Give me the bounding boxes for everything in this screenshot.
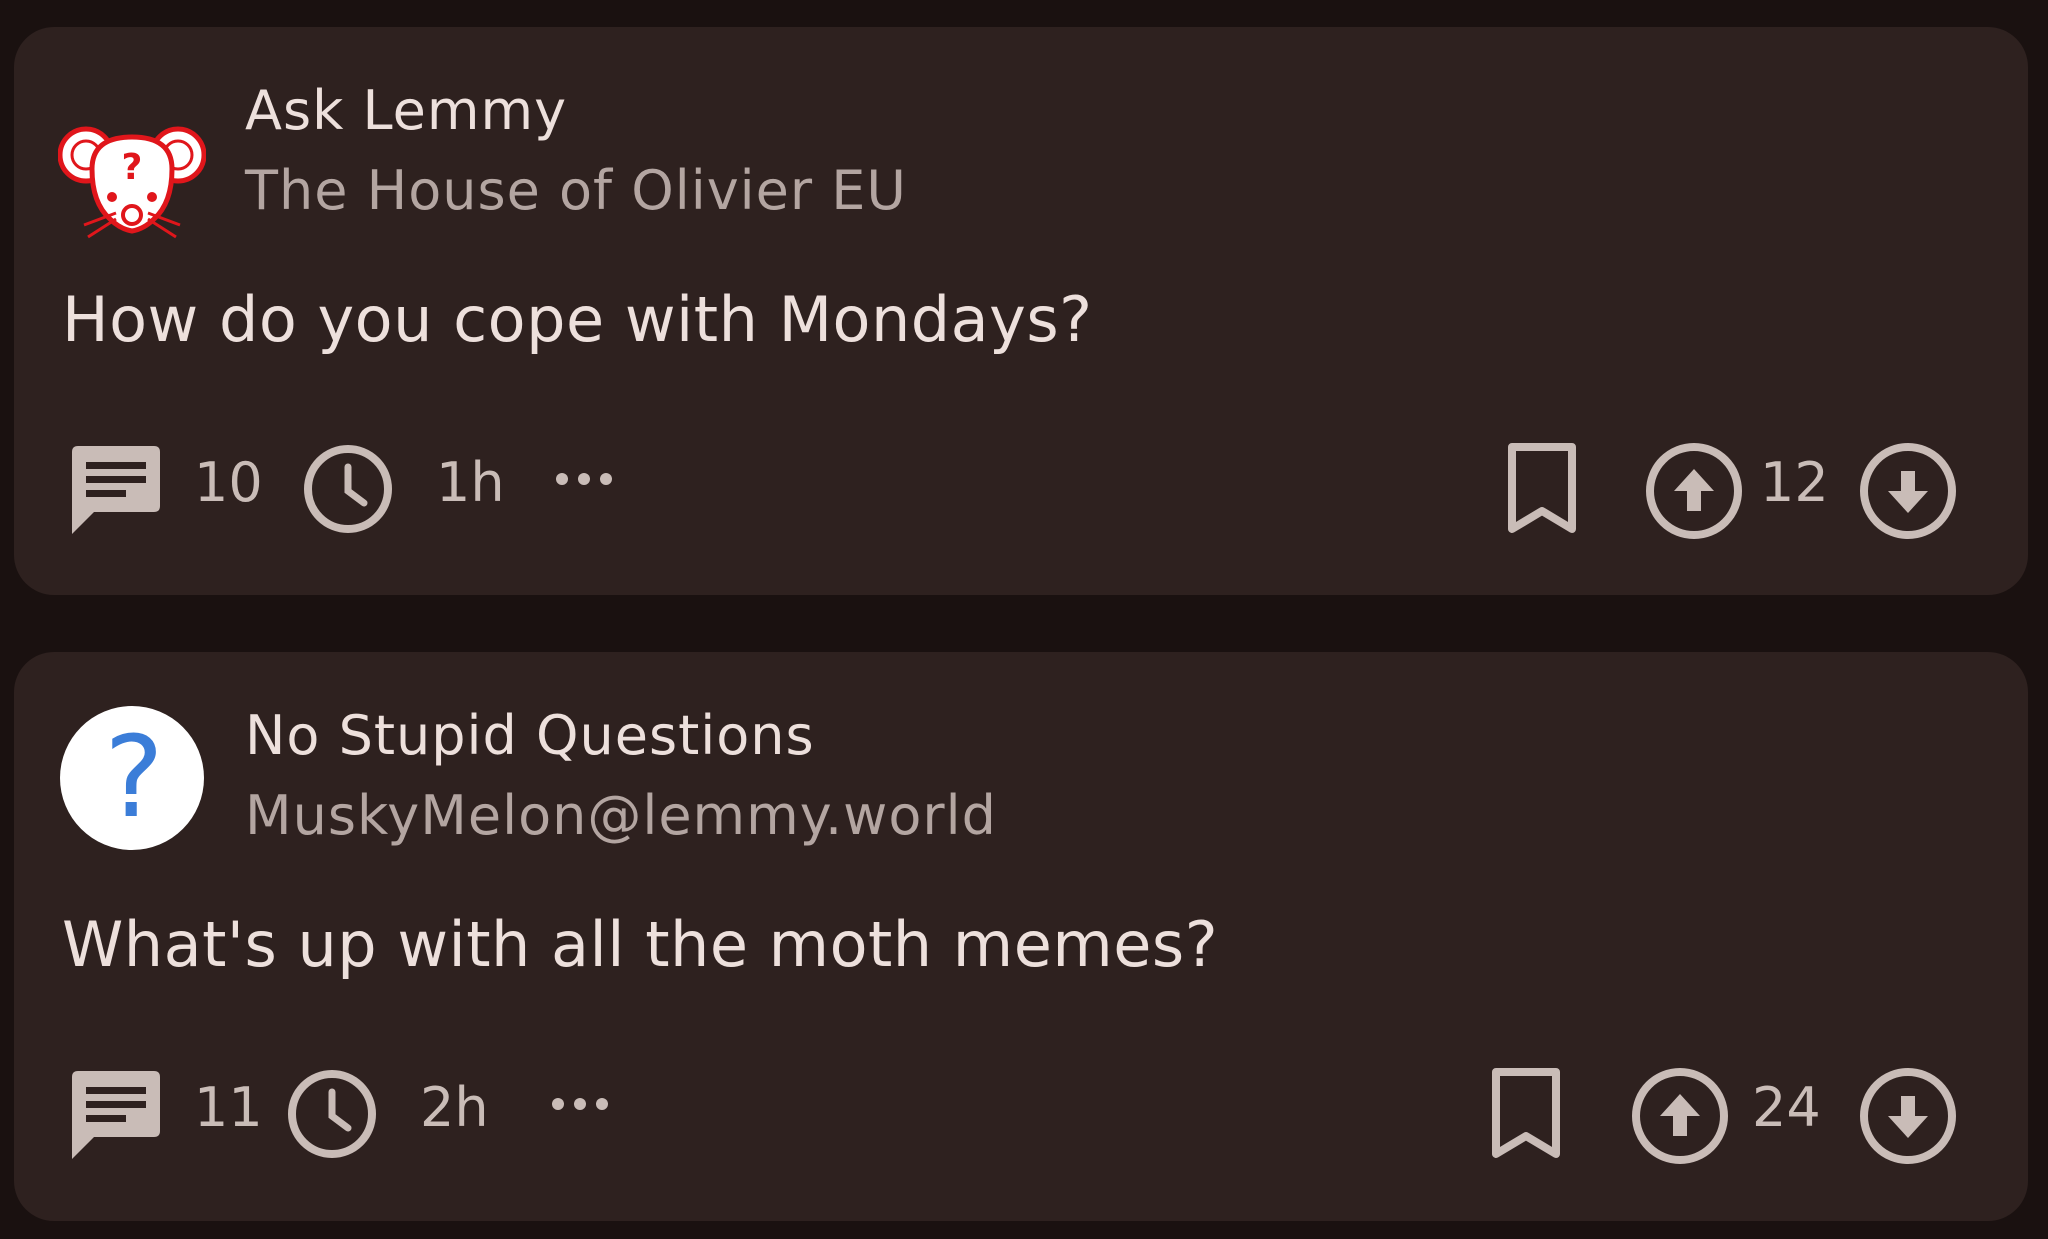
post-action-bar: 11 2h 24 xyxy=(14,1052,2028,1172)
clock-icon xyxy=(300,441,396,541)
upvote-icon[interactable] xyxy=(1644,441,1744,545)
svg-text:?: ? xyxy=(104,713,163,843)
comment-count: 11 xyxy=(194,1076,263,1139)
post-author[interactable]: The House of Olivier EU xyxy=(245,159,907,222)
community-name[interactable]: Ask Lemmy xyxy=(245,79,567,142)
post-card[interactable]: ? Ask Lemmy The House of Olivier EU How … xyxy=(14,27,2028,595)
bookmark-icon[interactable] xyxy=(1484,1066,1568,1166)
svg-text:?: ? xyxy=(122,147,143,188)
post-feed: ? Ask Lemmy The House of Olivier EU How … xyxy=(0,0,2048,1239)
comment-icon[interactable] xyxy=(66,1067,166,1167)
community-name[interactable]: No Stupid Questions xyxy=(245,704,815,767)
upvote-icon[interactable] xyxy=(1630,1066,1730,1170)
bookmark-icon[interactable] xyxy=(1500,441,1584,541)
score: 12 xyxy=(1760,451,1829,514)
comment-icon[interactable] xyxy=(66,442,166,542)
post-author[interactable]: MuskyMelon@lemmy.world xyxy=(245,784,997,847)
post-age: 1h xyxy=(436,451,505,514)
question-mark-icon[interactable]: ? xyxy=(58,704,206,852)
clock-icon xyxy=(284,1066,380,1166)
post-title[interactable]: How do you cope with Mondays? xyxy=(62,283,1093,356)
post-title[interactable]: What's up with all the moth memes? xyxy=(62,908,1218,981)
comment-count: 10 xyxy=(194,451,263,514)
more-options-icon[interactable] xyxy=(552,467,616,491)
post-card[interactable]: ? No Stupid Questions MuskyMelon@lemmy.w… xyxy=(14,652,2028,1221)
ask-lemmy-mouse-icon[interactable]: ? xyxy=(57,103,207,251)
downvote-icon[interactable] xyxy=(1858,441,1958,545)
post-action-bar: 10 1h 12 xyxy=(14,427,2028,547)
more-options-icon[interactable] xyxy=(548,1092,612,1116)
post-age: 2h xyxy=(420,1076,489,1139)
score: 24 xyxy=(1752,1076,1821,1139)
downvote-icon[interactable] xyxy=(1858,1066,1958,1170)
